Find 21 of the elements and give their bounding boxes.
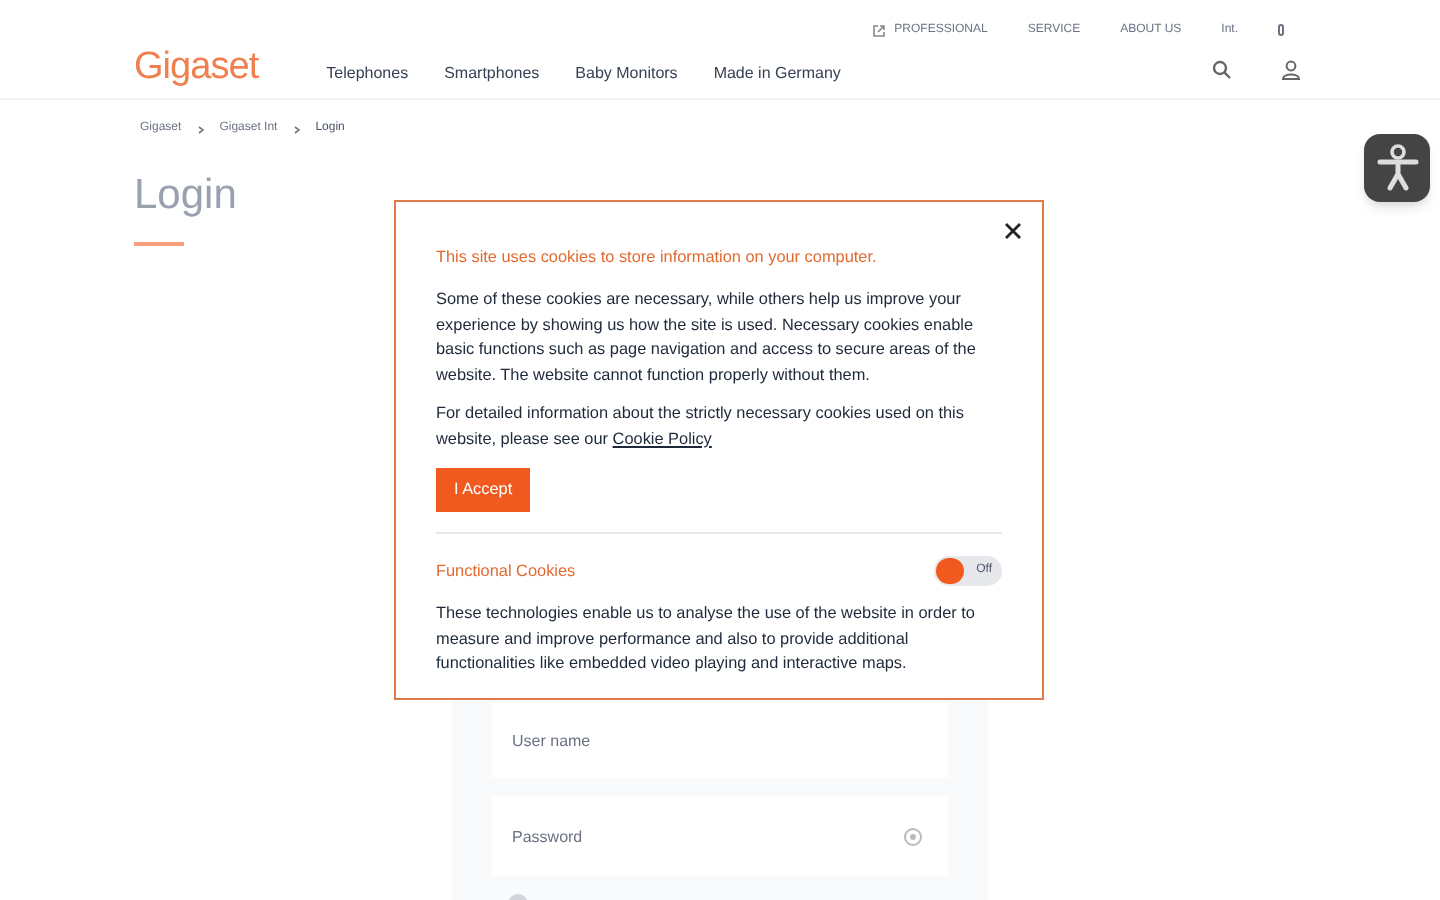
user-icon[interactable]	[1282, 59, 1300, 79]
accept-button[interactable]: I Accept	[436, 468, 531, 513]
page-title: Login	[132, 174, 239, 216]
chevron-icon	[293, 125, 300, 133]
dialog-heading: This site uses cookies to store information on your computer.	[436, 246, 879, 270]
policy-paragraph: For detailed information about the strictly necessary cookies used on this website, please see our Cookie Policy	[436, 402, 966, 452]
external-link-icon	[872, 23, 887, 37]
username-field[interactable]: User name	[492, 702, 948, 778]
password-field[interactable]: Password	[492, 796, 948, 876]
cookie-policy-link[interactable]: Cookie Policy	[612, 429, 712, 448]
nav-link[interactable]: Smartphones	[444, 61, 540, 85]
section-description: These technologies enable us to analyse the use of the website in order to measure and improve performance and also to provide additional functionalities like embedded video playing and interactive maps.	[436, 602, 977, 677]
nav-link[interactable]: Telephones	[326, 61, 409, 85]
close-button[interactable]	[1000, 218, 1024, 242]
search-icon[interactable]	[1212, 59, 1232, 79]
accessibility-button[interactable]	[1364, 134, 1430, 202]
section-title: Functional Cookies	[436, 559, 576, 584]
dialog-paragraph: Some of these cookies are necessary, while others help us improve your experience by showing us how the site is used. Necessary cookies enable basic functions such as page navigation and access to secure areas of the website. The website cannot function properly without them.	[436, 288, 978, 388]
nav-link[interactable]: Made in Germany	[713, 61, 841, 85]
chevron-icon	[197, 125, 204, 133]
nav-link[interactable]: Baby Monitors	[575, 61, 678, 85]
